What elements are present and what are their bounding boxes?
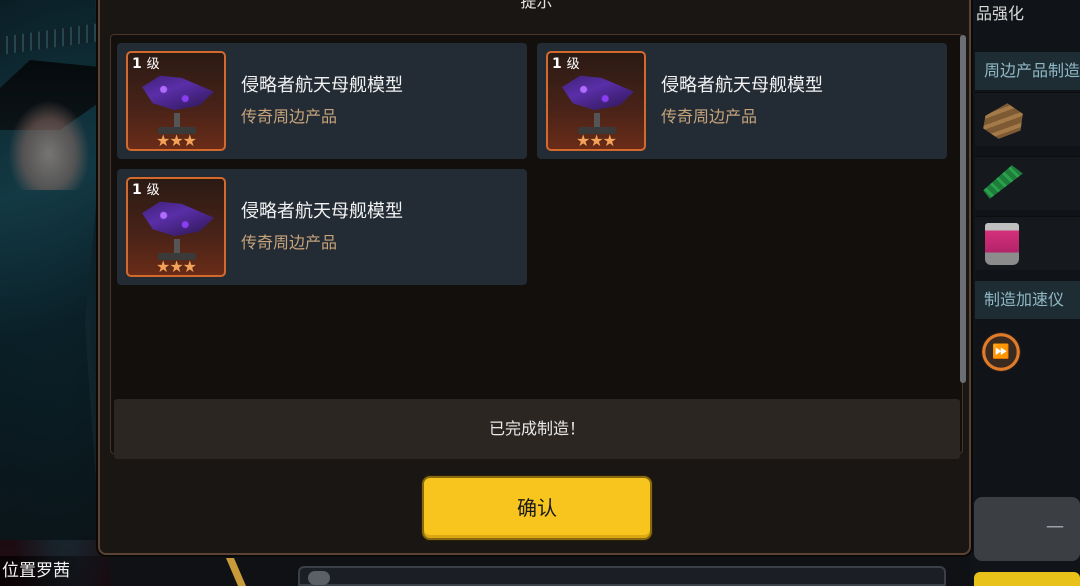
item-list: 1 级 ★★★ 侵略者航天母舰模型 传奇周边产品 1 级 ★★★ 侵略者航天母舰… [110, 34, 966, 454]
dialog-title: 提示 [520, 0, 553, 11]
one-key-button[interactable]: 一键 [974, 497, 1080, 586]
section-crafting-accelerator: 制造加速仪 [975, 281, 1080, 319]
right-bottom-yellow-button[interactable] [974, 572, 1080, 586]
material-slot-wood[interactable] [975, 92, 1080, 146]
item-icon: 1 级 ★★★ [126, 51, 226, 151]
item-rarity: 传奇周边产品 [241, 107, 338, 126]
item-level: 1 级 [132, 182, 160, 198]
bottom-bar-knob [308, 571, 330, 585]
section-peripheral-crafting: 周边产品制造 [975, 52, 1080, 90]
star-rating-icon: ★★★ [155, 257, 197, 276]
item-rarity: 传奇周边产品 [241, 233, 338, 252]
item-level: 1 级 [552, 56, 580, 72]
item-name: 侵略者航天母舰模型 [241, 201, 403, 222]
item-level: 1 级 [132, 56, 160, 72]
completion-message: 已完成制造！ [114, 399, 960, 459]
item-name: 侵略者航天母舰模型 [241, 75, 403, 96]
material-slot-paint[interactable] [975, 216, 1080, 270]
item-rarity: 传奇周边产品 [661, 107, 758, 126]
star-rating-icon: ★★★ [575, 131, 617, 150]
carrier-model-icon [142, 75, 214, 111]
item-card[interactable]: 1 级 ★★★ 侵略者航天母舰模型 传奇周边产品 [537, 43, 947, 159]
character-portrait [0, 0, 110, 586]
wood-planks-icon [983, 103, 1023, 139]
item-icon: 1 级 ★★★ [546, 51, 646, 151]
right-panel-title: 品强化 [976, 4, 1025, 23]
bottom-progress-bar [298, 566, 946, 586]
circuit-board-icon [983, 165, 1023, 199]
star-rating-icon: ★★★ [155, 131, 197, 150]
character-face [8, 100, 90, 190]
carrier-model-icon [562, 75, 634, 111]
item-card[interactable]: 1 级 ★★★ 侵略者航天母舰模型 传奇周边产品 [117, 169, 527, 285]
material-slot-circuit[interactable] [975, 156, 1080, 210]
accelerator-clock-icon[interactable]: ⏩ [981, 332, 1021, 372]
item-icon: 1 级 ★★★ [126, 177, 226, 277]
paint-bucket-icon [985, 223, 1019, 265]
item-card[interactable]: 1 级 ★★★ 侵略者航天母舰模型 传奇周边产品 [117, 43, 527, 159]
item-list-scrollbar[interactable] [960, 35, 966, 383]
character-name: 位置罗茜 [0, 556, 110, 586]
result-dialog: 提示 1 级 ★★★ 侵略者航天母舰模型 传奇周边产品 1 级 ★★★ 侵略者航… [98, 0, 971, 555]
item-name: 侵略者航天母舰模型 [661, 75, 823, 96]
confirm-button[interactable]: 确认 [422, 476, 652, 540]
carrier-model-icon [142, 201, 214, 237]
